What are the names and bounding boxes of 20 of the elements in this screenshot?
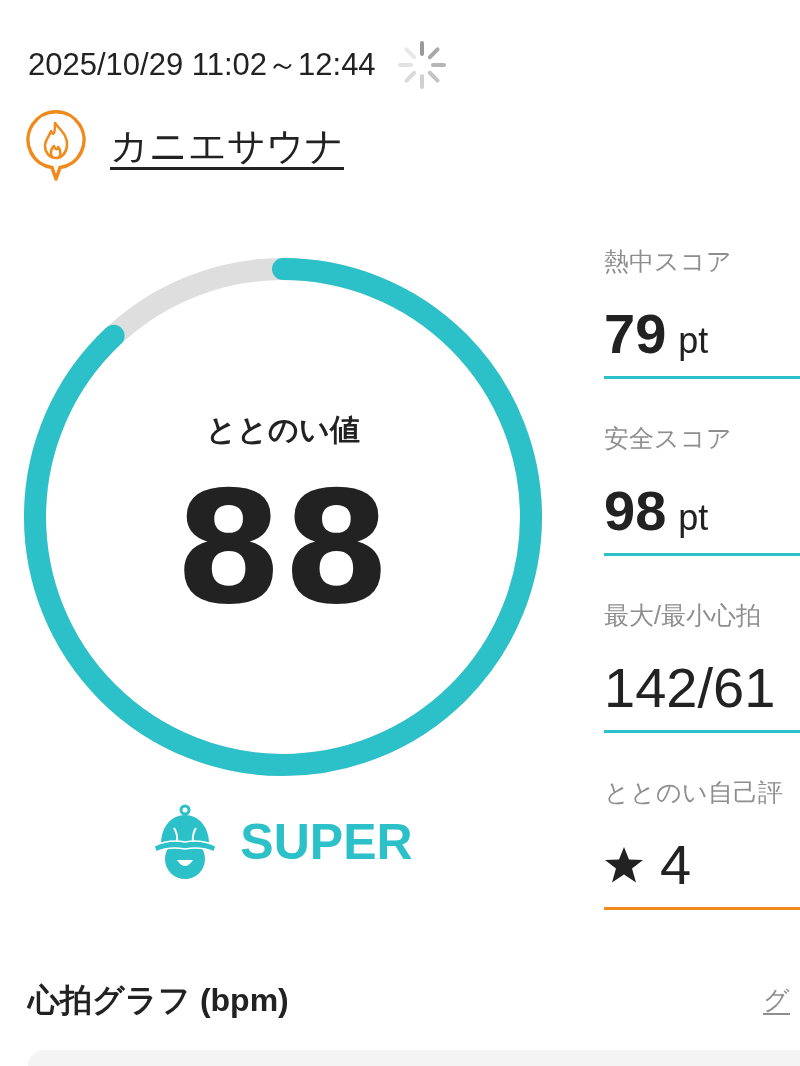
stat-value: 98 <box>604 485 667 537</box>
session-datetime: 2025/10/29 11:02～12:44 <box>28 46 376 84</box>
stat-unit: pt <box>678 496 709 540</box>
hat-face-icon <box>152 804 219 880</box>
score-rank: SUPER <box>240 814 413 870</box>
stat-label: ととのい自己評 <box>604 778 784 806</box>
stat-label: 最大/最小心拍 <box>604 601 762 629</box>
stat-label: 熱中スコア <box>604 247 733 275</box>
score-label: ととのい値 <box>205 412 360 448</box>
stat-label: 安全スコア <box>604 424 733 452</box>
rating-value: 4 <box>660 839 692 891</box>
stat-unit: pt <box>678 319 709 363</box>
score-value: 88 <box>174 471 391 626</box>
loading-spinner-icon <box>397 41 446 89</box>
star-icon <box>604 846 644 884</box>
stat-value: 79 <box>604 308 667 360</box>
facility-link[interactable]: カニエサウナ <box>110 123 344 169</box>
stat-value: 142/61 <box>604 662 776 714</box>
flame-pin-icon <box>25 109 87 181</box>
heart-graph-title: 心拍グラフ (bpm) <box>28 981 289 1020</box>
